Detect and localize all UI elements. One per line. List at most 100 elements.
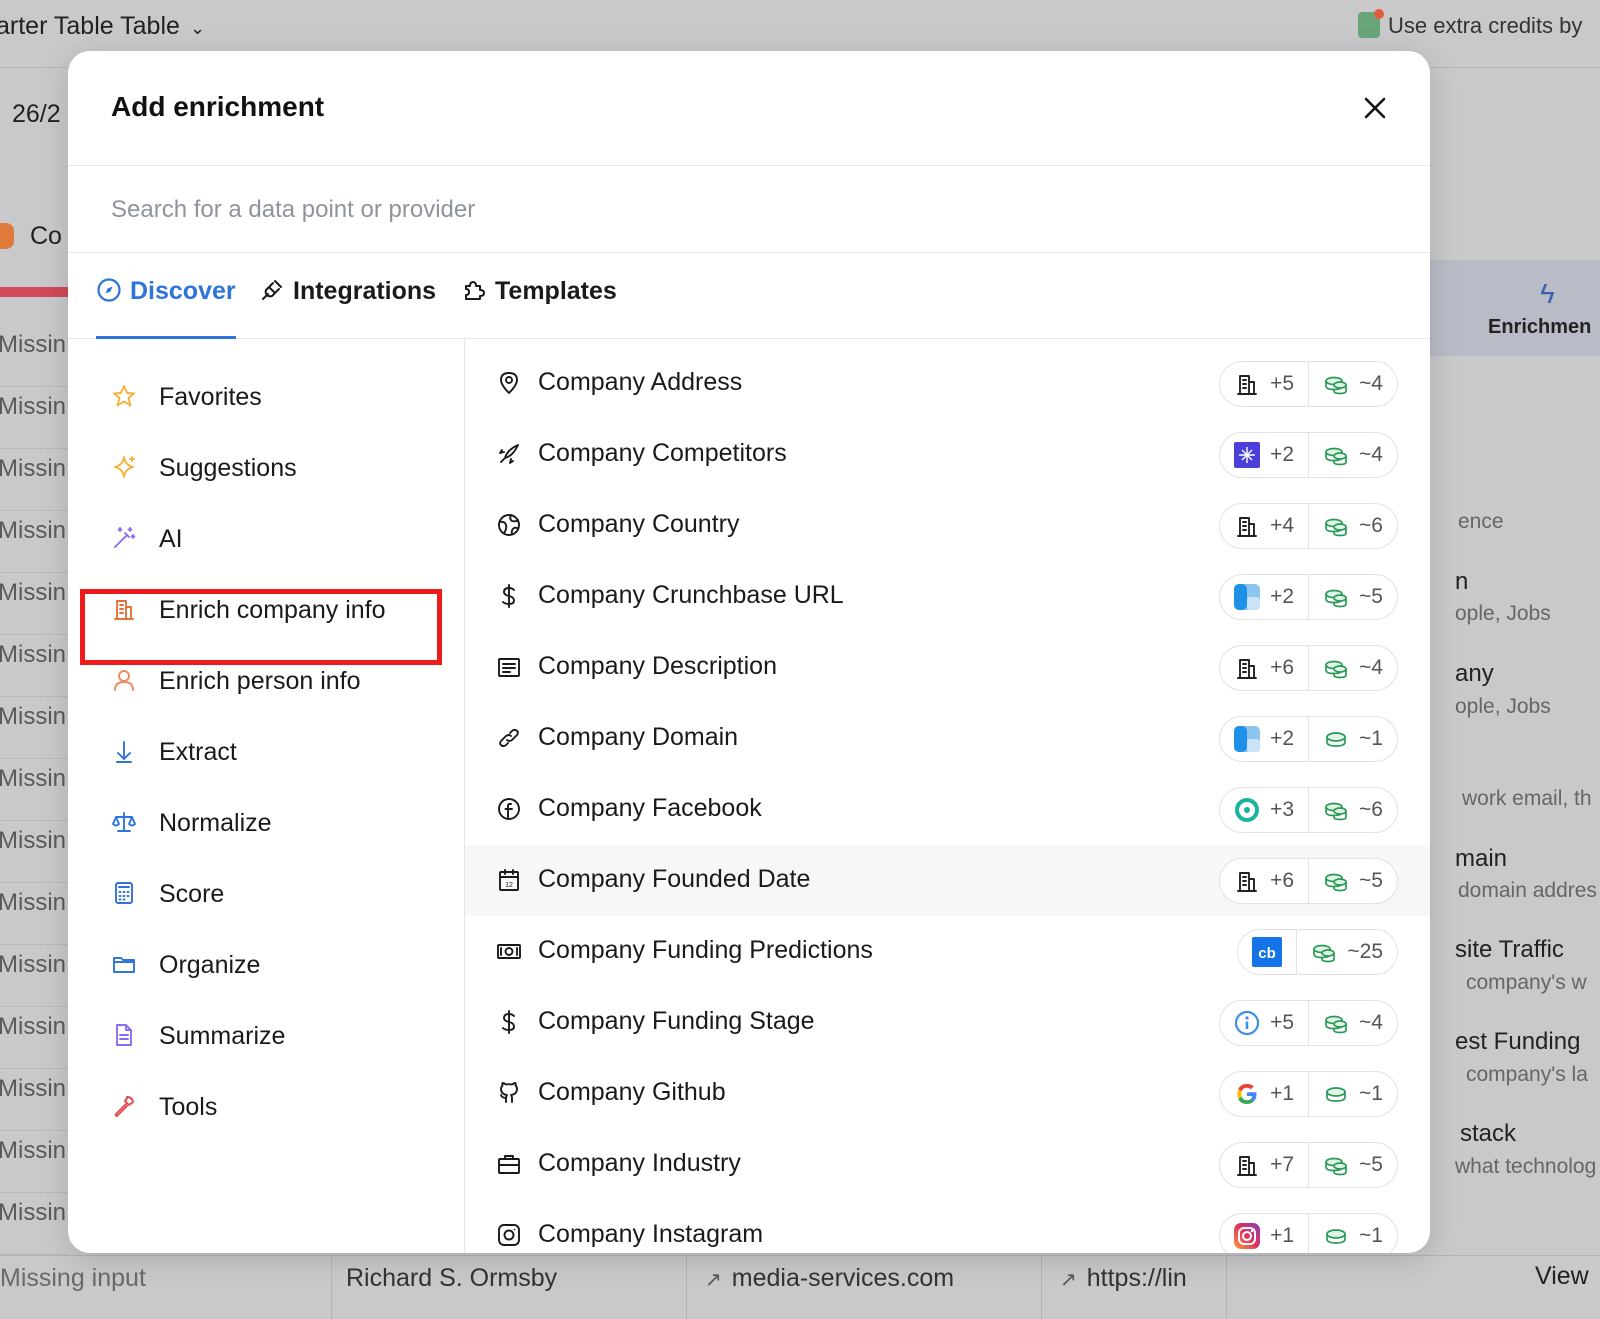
view-button[interactable]: View: [1535, 1262, 1589, 1291]
building-icon: [111, 596, 137, 622]
table-cell[interactable]: ↗ https://lin: [1042, 1256, 1227, 1319]
table-cell[interactable]: Missin: [0, 1131, 68, 1193]
cb-icon: cb: [1252, 937, 1283, 967]
text-box-icon: [496, 654, 522, 680]
coins-icon: [1323, 1152, 1349, 1178]
close-button[interactable]: [1358, 91, 1392, 125]
coins-icon: [1323, 513, 1349, 539]
credits-segment: ~4: [1308, 362, 1397, 406]
column-header[interactable]: Co: [0, 222, 62, 251]
table-cell[interactable]: Missin: [0, 759, 68, 821]
table-cell[interactable]: Missin: [0, 1007, 68, 1069]
enrichment-row[interactable]: Company Industry +7 ~5: [465, 1129, 1430, 1200]
category-enrich-company-info[interactable]: Enrich company info: [111, 596, 431, 642]
category-sidebar: Favorites Suggestions AI Enrich company inf…: [68, 339, 465, 1253]
briefcase-icon: [496, 1151, 522, 1177]
enrichment-row[interactable]: Company Crunchbase URL +2 ~5: [465, 561, 1430, 632]
row-count: 26/2: [12, 100, 61, 128]
providers-segment: +1: [1220, 1072, 1308, 1116]
github-icon: [496, 1080, 522, 1106]
category-label: Enrich company info: [159, 596, 386, 624]
table-cell[interactable]: Missin: [0, 635, 68, 697]
enrichment-row[interactable]: Company Funding Predictions cb ~25: [465, 916, 1430, 987]
provider-credits-badge: +6 ~5: [1219, 858, 1398, 904]
category-tools[interactable]: Tools: [111, 1093, 431, 1139]
credits-segment: ~1: [1308, 1214, 1397, 1253]
enrichment-row[interactable]: 12 Company Founded Date +6 ~5: [465, 845, 1430, 916]
modal-title: Add enrichment: [111, 91, 325, 122]
category-label: Summarize: [159, 1022, 286, 1050]
table-cell[interactable]: Missin: [0, 325, 68, 387]
credits-icon: [1358, 9, 1384, 38]
panel-snippet: company's w: [1466, 971, 1587, 994]
provider-count: +3: [1270, 798, 1295, 821]
provider-credits-badge: +2 ~1: [1219, 716, 1398, 762]
enrichment-row[interactable]: Company Description +6 ~4: [465, 632, 1430, 703]
table-title[interactable]: arter Table Table ⌄: [0, 12, 205, 41]
category-ai[interactable]: AI: [111, 525, 431, 571]
scale-icon: [111, 809, 137, 835]
category-organize[interactable]: Organize: [111, 951, 431, 997]
table-cell[interactable]: Missin: [0, 821, 68, 883]
providers-segment: +1: [1220, 1214, 1308, 1253]
enrichment-name: Company Competitors: [538, 439, 787, 467]
table-cell[interactable]: Richard S. Ormsby: [332, 1256, 687, 1319]
enrichment-row[interactable]: Company Competitors +2 ~4: [465, 419, 1430, 490]
table-cell[interactable]: Missin: [0, 1193, 68, 1255]
enrichment-row[interactable]: Company Country +4 ~6: [465, 490, 1430, 561]
table-cell[interactable]: Missin: [0, 449, 68, 511]
dollar-icon: [496, 1009, 522, 1035]
provider-count: +6: [1270, 869, 1295, 892]
coins-icon: [1323, 1010, 1349, 1036]
provider-count: +6: [1270, 656, 1295, 679]
category-suggestions[interactable]: Suggestions: [111, 454, 431, 500]
tab-templates[interactable]: Templates: [461, 277, 617, 339]
table-cell[interactable]: Missin: [0, 511, 68, 573]
category-favorites[interactable]: Favorites: [111, 383, 431, 429]
puzzle-icon: [465, 281, 485, 300]
compass-icon: [97, 278, 121, 302]
table-cell[interactable]: Missin: [0, 883, 68, 945]
table-cell[interactable]: Missin: [0, 387, 68, 449]
credit-cost: ~6: [1359, 798, 1383, 821]
extra-credits-banner[interactable]: Use extra credits by: [1358, 9, 1582, 39]
panel-snippet: what technolog: [1455, 1155, 1597, 1178]
enrichment-row[interactable]: Company Domain +2 ~1: [465, 703, 1430, 774]
category-extract[interactable]: Extract: [111, 738, 431, 784]
table-cell[interactable]: Missing input: [0, 1256, 332, 1319]
table-cell[interactable]: ↗ media-services.com: [687, 1256, 1042, 1319]
enrichment-row[interactable]: Company Facebook +3 ~6: [465, 774, 1430, 845]
provider-credits-badge: +6 ~4: [1219, 645, 1398, 691]
table-cell[interactable]: Missin: [0, 573, 68, 635]
coins-icon: [1323, 584, 1349, 610]
search-input[interactable]: [111, 190, 1311, 230]
table-cell[interactable]: Missin: [0, 697, 68, 759]
blue-square-icon: [1234, 584, 1261, 610]
table-cell[interactable]: Missin: [0, 1069, 68, 1131]
dollar-icon: [496, 583, 522, 609]
enrichment-row[interactable]: Company Funding Stage +5 ~4: [465, 987, 1430, 1058]
plug-icon: [262, 280, 282, 300]
category-enrich-person-info[interactable]: Enrich person info: [111, 667, 431, 713]
provider-credits-badge: +2 ~5: [1219, 574, 1398, 620]
panel-snippet: est Funding: [1455, 1028, 1581, 1055]
tab-bar: Discover Integrations Templates: [68, 253, 1430, 339]
folder-icon: [111, 951, 137, 977]
link-icon: [496, 725, 522, 751]
enrichment-panel-tab[interactable]: [1425, 260, 1600, 356]
modal-header: Add enrichment: [68, 51, 1430, 166]
category-normalize[interactable]: Normalize: [111, 809, 431, 855]
tab-discover[interactable]: Discover: [96, 277, 236, 339]
category-score[interactable]: Score: [111, 880, 431, 926]
tab-integrations[interactable]: Integrations: [259, 277, 436, 339]
category-summarize[interactable]: Summarize: [111, 1022, 431, 1068]
credits-segment: ~25: [1296, 930, 1397, 974]
table-cell[interactable]: Missin: [0, 945, 68, 1007]
provider-count: +2: [1270, 443, 1295, 466]
credits-segment: ~5: [1308, 575, 1397, 619]
enrichment-row[interactable]: Company Github +1 ~1: [465, 1058, 1430, 1129]
enrichment-row[interactable]: Company Address +5 ~4: [465, 348, 1430, 419]
credit-cost: ~4: [1359, 372, 1383, 395]
enrichment-row[interactable]: Company Instagram +1 ~1: [465, 1200, 1430, 1253]
provider-credits-badge: cb ~25: [1237, 929, 1398, 975]
